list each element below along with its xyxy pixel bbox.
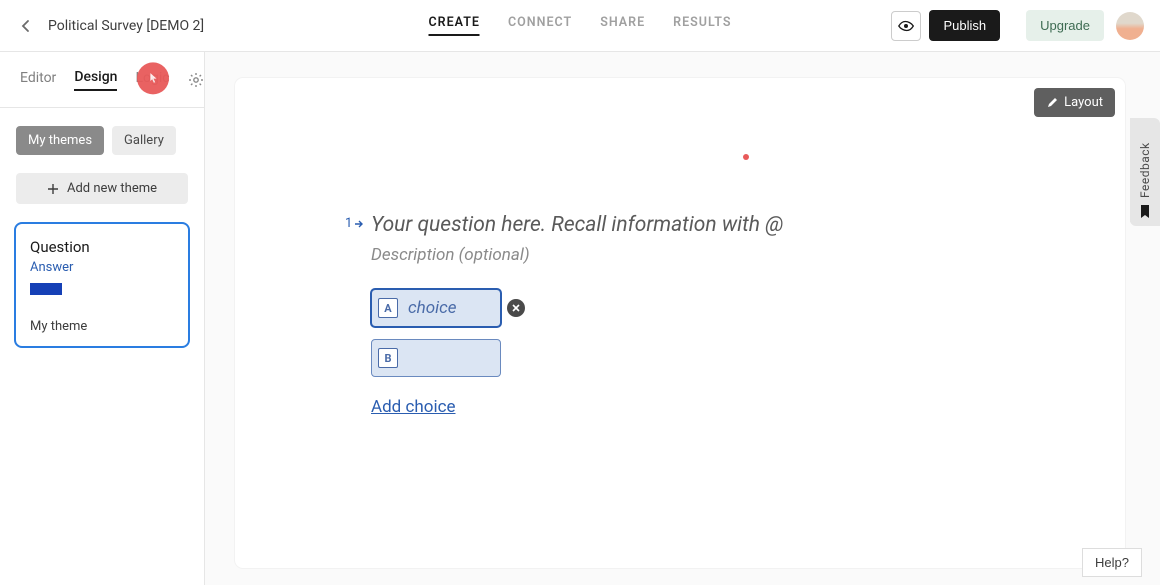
body-layout: Editor Design Logic My themes Gallery Ad… bbox=[0, 52, 1160, 585]
eye-icon bbox=[898, 18, 914, 34]
pill-gallery[interactable]: Gallery bbox=[112, 126, 176, 155]
tab-create[interactable]: CREATE bbox=[429, 15, 480, 36]
back-arrow-icon[interactable] bbox=[16, 16, 36, 36]
question-input[interactable]: Your question here. Recall information w… bbox=[371, 212, 931, 239]
theme-card-answer: Answer bbox=[30, 260, 174, 275]
sidebar-tab-editor[interactable]: Editor bbox=[20, 70, 56, 90]
form-canvas[interactable]: Layout 1 Your question here. Recall info… bbox=[235, 78, 1125, 568]
add-new-theme-label: Add new theme bbox=[67, 181, 157, 196]
header-bar: Political Survey [DEMO 2] CREATE CONNECT… bbox=[0, 0, 1160, 52]
choice-key: A bbox=[378, 298, 398, 318]
layout-button-label: Layout bbox=[1064, 95, 1103, 110]
close-icon bbox=[512, 304, 520, 312]
tab-share[interactable]: SHARE bbox=[600, 15, 645, 36]
plus-icon bbox=[47, 183, 59, 195]
sidebar-tabs: Editor Design Logic bbox=[0, 52, 204, 108]
theme-filter: My themes Gallery bbox=[0, 108, 204, 155]
theme-card-question: Question bbox=[30, 238, 174, 256]
help-button[interactable]: Help? bbox=[1082, 548, 1142, 577]
description-input[interactable]: Description (optional) bbox=[371, 245, 931, 265]
recording-indicator-icon bbox=[743, 154, 749, 160]
pill-my-themes[interactable]: My themes bbox=[16, 126, 104, 155]
page-title[interactable]: Political Survey [DEMO 2] bbox=[48, 18, 204, 34]
tab-results[interactable]: RESULTS bbox=[673, 15, 731, 36]
choice-b[interactable]: B bbox=[371, 339, 501, 377]
gear-icon[interactable] bbox=[188, 72, 204, 88]
sidebar-tab-logic[interactable]: Logic bbox=[135, 70, 169, 90]
theme-card-name: My theme bbox=[30, 319, 174, 334]
theme-card-swatch bbox=[30, 283, 62, 295]
choice-key: B bbox=[378, 348, 398, 368]
question-number-value: 1 bbox=[345, 216, 352, 231]
publish-button[interactable]: Publish bbox=[929, 10, 1000, 41]
sidebar-tab-design[interactable]: Design bbox=[74, 69, 117, 91]
choice-text-input[interactable]: choice bbox=[408, 298, 468, 318]
question-block: 1 Your question here. Recall information… bbox=[371, 212, 931, 417]
top-nav-tabs: CREATE CONNECT SHARE RESULTS bbox=[429, 15, 732, 36]
choice-item: B bbox=[371, 339, 931, 377]
delete-choice-button[interactable] bbox=[507, 299, 525, 317]
feedback-bookmark-icon[interactable] bbox=[1130, 198, 1160, 226]
add-new-theme-button[interactable]: Add new theme bbox=[16, 173, 188, 204]
theme-card[interactable]: Question Answer My theme bbox=[14, 222, 190, 348]
add-choice-link[interactable]: Add choice bbox=[371, 397, 456, 417]
pencil-icon bbox=[1046, 97, 1058, 109]
header-actions: Publish Upgrade bbox=[891, 10, 1144, 41]
arrow-right-icon bbox=[354, 219, 364, 229]
choices-list: A choice B bbox=[371, 289, 931, 417]
avatar[interactable] bbox=[1116, 12, 1144, 40]
left-sidebar: Editor Design Logic My themes Gallery Ad… bbox=[0, 52, 205, 585]
tab-connect[interactable]: CONNECT bbox=[508, 15, 572, 36]
layout-button[interactable]: Layout bbox=[1034, 88, 1115, 117]
choice-a[interactable]: A choice bbox=[371, 289, 501, 327]
question-number: 1 bbox=[345, 216, 364, 231]
choice-item: A choice bbox=[371, 289, 931, 327]
canvas-area: Layout 1 Your question here. Recall info… bbox=[205, 52, 1160, 585]
preview-button[interactable] bbox=[891, 11, 921, 41]
click-hotspot-icon bbox=[137, 62, 169, 94]
upgrade-button[interactable]: Upgrade bbox=[1026, 10, 1104, 41]
